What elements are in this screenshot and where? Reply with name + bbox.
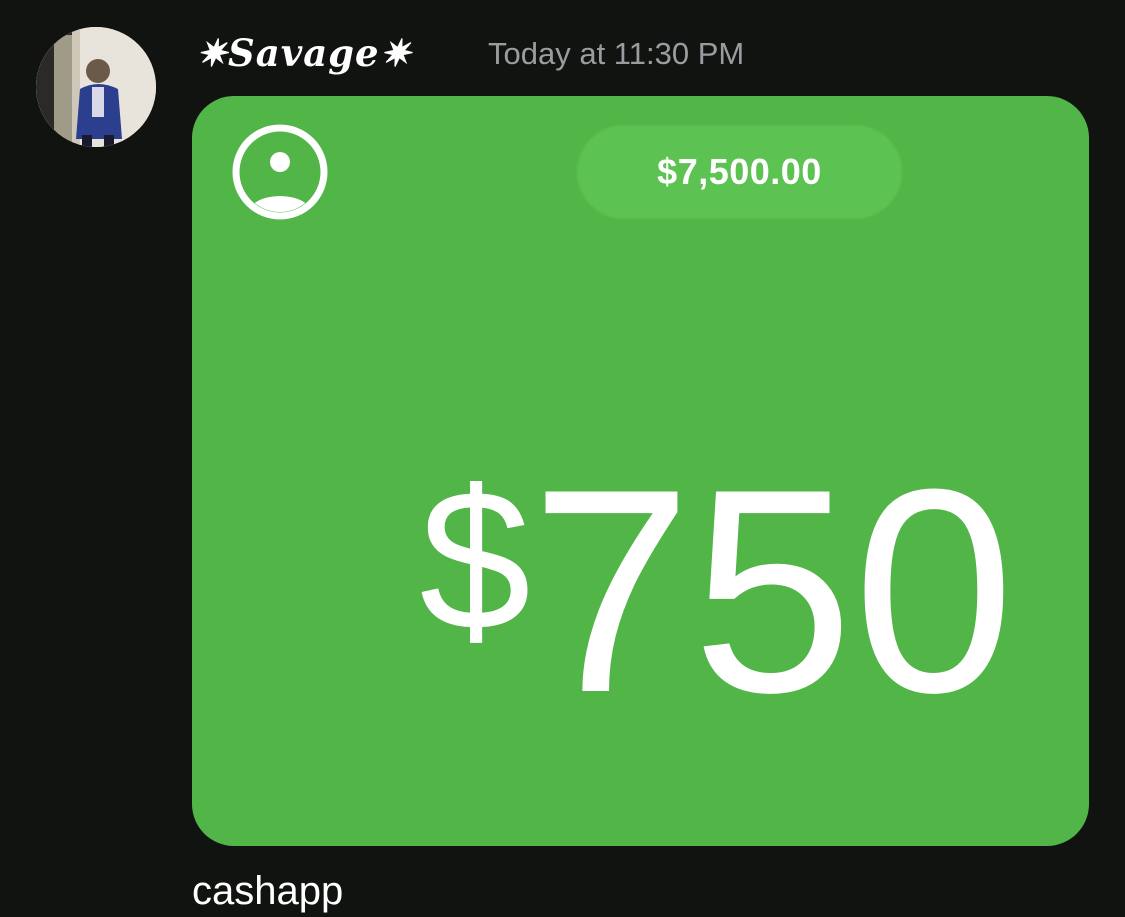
person-circle-icon: [232, 124, 328, 220]
currency-symbol: $: [419, 449, 531, 672]
message-timestamp[interactable]: Today at 11:30 PM: [488, 36, 744, 72]
balance-amount: $7,500.00: [657, 151, 822, 192]
payment-amount: $750: [372, 396, 1062, 756]
author-avatar[interactable]: [36, 27, 156, 147]
author-name[interactable]: ✷Savage✷: [196, 28, 412, 78]
avatar-image: [36, 27, 156, 147]
message-content: cashapp: [192, 869, 344, 913]
image-attachment[interactable]: $7,500.00 $750: [192, 96, 1089, 846]
amount-value: 750: [530, 429, 1015, 753]
